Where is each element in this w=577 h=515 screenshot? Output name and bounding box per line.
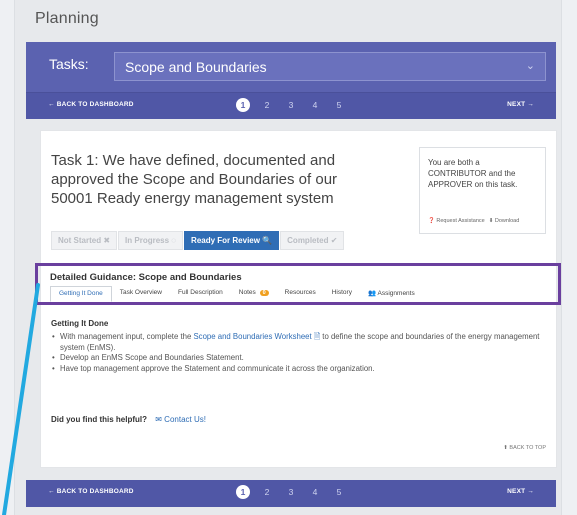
helpful-row: Did you find this helpful? ✉ Contact Us! [51,415,206,424]
step-1-bottom[interactable]: 1 [236,485,250,499]
list-item: With management input, complete the Scop… [51,332,551,353]
task-title: Task 1: We have defined, documented and … [51,152,338,207]
tab-history[interactable]: History [324,286,360,302]
contact-label: Contact Us! [164,415,206,424]
list-item: Have top management approve the Statemen… [51,364,551,375]
back-to-top-link[interactable]: ⬆ BACK TO TOP [503,445,546,451]
tab-assignments[interactable]: 👥 Assignments [360,286,423,302]
step-nav: ← BACK TO DASHBOARD 1 2 3 4 5 NEXT → [26,92,556,119]
step-5-bottom[interactable]: 5 [332,485,346,499]
list-item: Develop an EnMS Scope and Boundaries Sta… [51,353,551,364]
step-2-bottom[interactable]: 2 [260,485,274,499]
notes-count-badge: 0 [259,290,269,296]
tab-task-overview[interactable]: Task Overview [112,286,170,302]
envelope-icon: ✉ [155,415,162,424]
task-select[interactable]: Scope and Boundaries ⌄ [114,52,546,81]
status-completed[interactable]: Completed ✔ [280,231,345,250]
download-label: Download [494,218,520,224]
tab-full-description[interactable]: Full Description [170,286,231,302]
guidance-content: Getting It Done With management input, c… [51,319,551,374]
role-box: You are both a CONTRIBUTOR and the APPRO… [419,147,546,234]
tab-resources[interactable]: Resources [277,286,324,302]
chevron-down-icon: ⌄ [525,60,535,72]
step-list: 1 2 3 4 5 [236,98,346,112]
download-icon: ⬇ [488,218,494,224]
arrow-up-circle-icon: ⬆ [503,445,508,451]
status-row: Not Started ✖ In Progress ◌ Ready For Re… [51,231,345,250]
step-3-bottom[interactable]: 3 [284,485,298,499]
guidance-title: Detailed Guidance: Scope and Boundaries [50,272,242,283]
back-to-dashboard-link[interactable]: ← BACK TO DASHBOARD [48,101,134,108]
worksheet-link[interactable]: Scope and Boundaries Worksheet [193,332,311,341]
next-link[interactable]: NEXT → [507,101,534,108]
users-icon: 👥 [367,290,377,297]
download-link[interactable]: ⬇ Download [489,218,520,224]
status-ready-for-review[interactable]: Ready For Review 🔍 [184,231,280,250]
role-text: You are both a CONTRIBUTOR and the APPRO… [428,158,518,189]
request-assistance-link[interactable]: ❓ Request Assistance [428,218,485,224]
guidance-callout-box: Detailed Guidance: Scope and Boundaries … [35,263,561,305]
request-assistance-label: Request Assistance [436,218,485,224]
guidance-tabs: Getting It Done Task Overview Full Descr… [50,286,423,302]
tab-assignments-label: Assignments [377,290,415,297]
role-links: ❓ Request Assistance ⬇ Download [428,218,519,224]
step-4[interactable]: 4 [308,98,322,112]
contact-us-link[interactable]: ✉ Contact Us! [155,415,206,424]
bullet1-pre: With management input, complete the [60,332,194,341]
step-2[interactable]: 2 [260,98,274,112]
step-5[interactable]: 5 [332,98,346,112]
step-3[interactable]: 3 [284,98,298,112]
tab-notes-label: Notes [238,289,256,296]
question-icon: ❓ [428,218,435,224]
status-not-started[interactable]: Not Started ✖ [51,231,118,250]
tasks-label: Tasks: [49,56,89,72]
task-select-value: Scope and Boundaries [125,59,267,75]
step-1[interactable]: 1 [236,98,250,112]
section-title: Getting It Done [51,319,109,328]
tasks-row: Tasks: Scope and Boundaries ⌄ [26,42,556,88]
helpful-text: Did you find this helpful? [51,415,147,424]
task-header: Tasks: Scope and Boundaries ⌄ ← BACK TO … [26,42,556,119]
status-in-progress[interactable]: In Progress ◌ [118,231,184,250]
page-title: Planning [35,10,99,27]
step-4-bottom[interactable]: 4 [308,485,322,499]
step-list-bottom: 1 2 3 4 5 [236,485,346,499]
bottom-step-nav: ← BACK TO DASHBOARD 1 2 3 4 5 NEXT → [26,480,556,507]
back-to-dashboard-link-bottom[interactable]: ← BACK TO DASHBOARD [48,488,134,495]
next-link-bottom[interactable]: NEXT → [507,488,534,495]
tab-getting-it-done[interactable]: Getting It Done [50,286,112,302]
guidance-list: With management input, complete the Scop… [51,332,551,374]
task-card: Task 1: We have defined, documented and … [35,130,561,468]
tab-notes[interactable]: Notes 0 [231,286,277,302]
back-to-top-label: BACK TO TOP [509,445,546,451]
